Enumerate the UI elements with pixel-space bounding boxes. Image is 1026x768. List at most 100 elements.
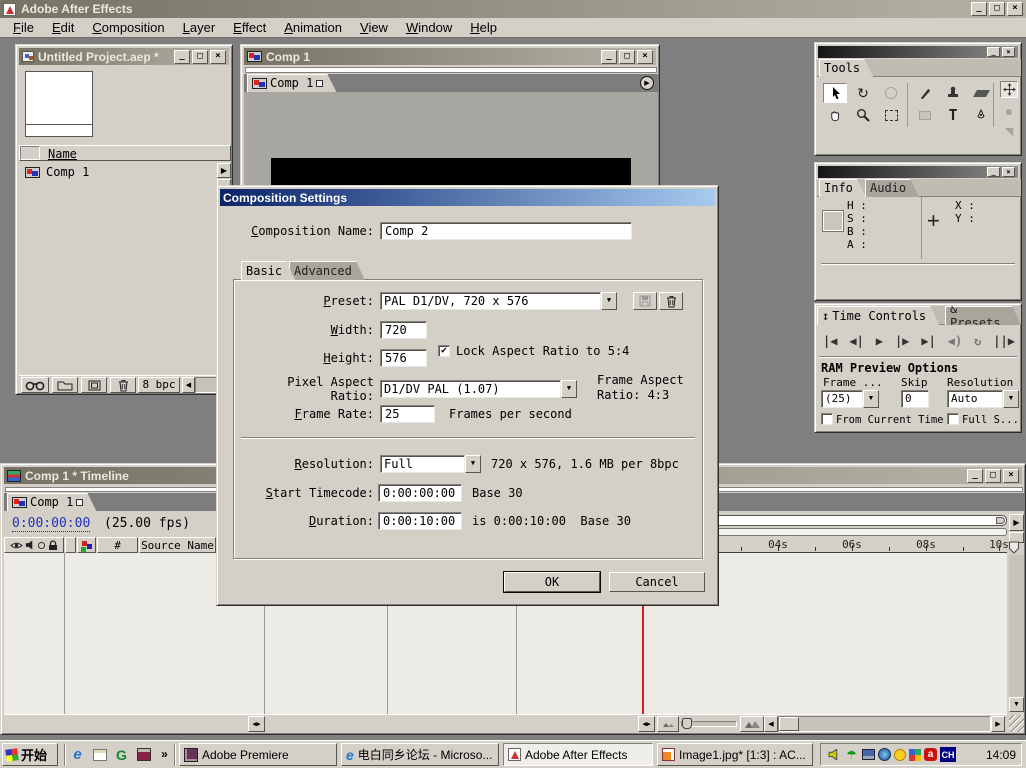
- menu-effect[interactable]: Effect: [224, 20, 275, 35]
- timeline-close-button[interactable]: ×: [1003, 469, 1019, 483]
- task-after-effects[interactable]: Adobe After Effects: [503, 743, 653, 766]
- av-features-header[interactable]: [4, 537, 64, 553]
- tab-info[interactable]: Info: [819, 179, 866, 197]
- comp-tab[interactable]: Comp 1: [247, 74, 336, 92]
- brush-tool[interactable]: [913, 83, 937, 103]
- tools-tab[interactable]: Tools: [819, 59, 873, 77]
- comp-minimize-button[interactable]: _: [601, 50, 617, 64]
- tray-antivirus-umbrella-icon[interactable]: ☂: [844, 747, 859, 762]
- dialog-titlebar[interactable]: Composition Settings: [220, 189, 715, 206]
- menu-animation[interactable]: Animation: [275, 20, 351, 35]
- hand-tool[interactable]: [823, 105, 847, 125]
- height-input[interactable]: 576: [380, 349, 427, 367]
- project-minimize-button[interactable]: _: [174, 50, 190, 64]
- tools-close-button[interactable]: ×: [1002, 47, 1015, 57]
- tab-audio[interactable]: Audio: [865, 179, 919, 197]
- resize-grip[interactable]: [1009, 715, 1024, 732]
- type-tool[interactable]: T: [941, 105, 965, 125]
- audio-button[interactable]: ◀): [948, 334, 962, 348]
- tab-time-controls[interactable]: ↕Time Controls: [817, 306, 939, 325]
- quicklaunch-more-chevron[interactable]: »: [157, 746, 172, 761]
- app-minimize-button[interactable]: _: [971, 2, 987, 16]
- start-timecode-input[interactable]: 0:00:00:00: [378, 484, 462, 502]
- roi-tool[interactable]: [879, 105, 903, 125]
- comp-viewer-titlebar[interactable]: Comp 1 _ □ ×: [244, 48, 656, 65]
- tray-messenger-icon[interactable]: [909, 749, 921, 761]
- source-name-header[interactable]: Source Name: [139, 537, 216, 553]
- panel-splitter-right[interactable]: ◀▶: [638, 716, 655, 732]
- ok-button[interactable]: OK: [504, 572, 600, 592]
- preset-dropdown[interactable]: PAL D1/DV, 720 x 576▼: [380, 292, 617, 310]
- delete-button[interactable]: [110, 377, 136, 393]
- rectangle-tool[interactable]: [913, 105, 937, 125]
- tray-network-icon[interactable]: [862, 749, 875, 760]
- cancel-button[interactable]: Cancel: [609, 572, 705, 592]
- menu-view[interactable]: View: [351, 20, 397, 35]
- frame-rate-input[interactable]: 25: [380, 405, 435, 423]
- project-flyout-button[interactable]: ▶: [217, 163, 231, 178]
- menu-layer[interactable]: Layer: [174, 20, 225, 35]
- timeline-minimize-button[interactable]: _: [967, 469, 983, 483]
- orbit-camera-tool[interactable]: [879, 83, 903, 103]
- timeline-hscroll-right[interactable]: ▶: [991, 716, 1005, 732]
- app-restore-button[interactable]: □: [989, 2, 1005, 16]
- timeline-tab-toggle[interactable]: [76, 499, 83, 506]
- menu-edit[interactable]: Edit: [43, 20, 83, 35]
- eraser-tool[interactable]: [969, 83, 993, 103]
- tools-titlebar[interactable]: _ ×: [818, 46, 1018, 58]
- skew-tool[interactable]: ◥: [997, 121, 1021, 141]
- ram-preview-button[interactable]: ||▶: [993, 334, 1015, 348]
- resolution-dropdown[interactable]: Auto▼: [947, 390, 1019, 408]
- resolution-dropdown[interactable]: Full▼: [380, 455, 481, 473]
- task-acdsee-image[interactable]: Image1.jpg* [1:3] : AC...: [657, 743, 813, 766]
- project-hscroll-left[interactable]: ◀: [182, 377, 195, 393]
- info-titlebar[interactable]: _ ×: [818, 166, 1018, 178]
- last-frame-button[interactable]: ▶|: [921, 334, 935, 348]
- duration-input[interactable]: 0:00:10:00: [378, 512, 462, 530]
- clone-stamp-tool[interactable]: [941, 83, 965, 103]
- tray-ime-indicator[interactable]: CH: [940, 747, 956, 762]
- tray-volume-icon[interactable]: [826, 747, 841, 762]
- timeline-tab[interactable]: Comp 1: [7, 493, 96, 511]
- tab-basic[interactable]: Basic: [241, 261, 295, 280]
- delete-preset-button[interactable]: [659, 292, 683, 310]
- play-button[interactable]: ▶: [876, 334, 883, 348]
- comp-name-input[interactable]: Comp 2: [380, 222, 632, 240]
- comp-tab-toggle[interactable]: [316, 80, 323, 87]
- tools-minimize-button[interactable]: _: [987, 47, 1000, 57]
- pen-tool[interactable]: [969, 105, 993, 125]
- current-timecode[interactable]: 0:00:00:00: [12, 516, 90, 532]
- find-button[interactable]: [21, 377, 49, 393]
- task-ie-forum[interactable]: e 电白同乡论坛 - Microso...: [341, 743, 499, 766]
- tray-clock[interactable]: 14:09: [986, 748, 1016, 762]
- sphere-tool[interactable]: ●: [997, 101, 1021, 121]
- project-maximize-button[interactable]: □: [192, 50, 208, 64]
- zoom-out-button[interactable]: [657, 716, 679, 732]
- lock-aspect-checkbox[interactable]: ✔: [438, 345, 450, 357]
- menu-composition[interactable]: Composition: [83, 20, 173, 35]
- first-frame-button[interactable]: |◀: [823, 334, 837, 348]
- start-button[interactable]: 开始: [2, 743, 58, 766]
- from-current-time-checkbox[interactable]: [821, 413, 833, 425]
- skip-input[interactable]: 0: [901, 390, 929, 408]
- timeline-vscrollbar[interactable]: ▼: [1009, 555, 1024, 712]
- project-close-button[interactable]: ×: [210, 50, 226, 64]
- pixel-aspect-dropdown[interactable]: D1/DV PAL (1.07)▼: [380, 380, 577, 398]
- full-screen-checkbox[interactable]: [947, 413, 959, 425]
- width-input[interactable]: 720: [380, 321, 427, 339]
- ruler-flyout-button[interactable]: ▶: [1009, 514, 1024, 531]
- project-name-column-header[interactable]: Name: [19, 145, 231, 161]
- quicklaunch-ie-icon[interactable]: e: [70, 747, 85, 762]
- bit-depth-button[interactable]: 8 bpc: [138, 377, 180, 393]
- menu-help[interactable]: Help: [461, 20, 506, 35]
- tab-advanced[interactable]: Advanced: [289, 261, 365, 280]
- quicklaunch-g-icon[interactable]: G: [114, 747, 129, 762]
- timeline-hscroll-left[interactable]: ◀: [764, 716, 778, 732]
- axis-mode-tool[interactable]: [1000, 81, 1018, 98]
- new-folder-button[interactable]: [52, 377, 78, 393]
- menu-window[interactable]: Window: [397, 20, 461, 35]
- rotate-tool[interactable]: ↻: [851, 83, 875, 103]
- zoom-in-button[interactable]: [740, 716, 764, 732]
- comp-menu-button[interactable]: ▶: [640, 76, 654, 90]
- prev-frame-button[interactable]: ◀|: [849, 334, 863, 348]
